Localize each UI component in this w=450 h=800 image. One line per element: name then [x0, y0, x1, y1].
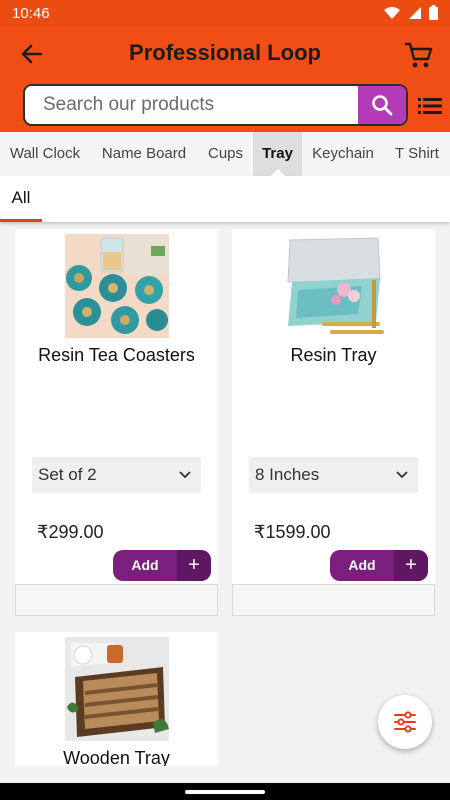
product-name: Resin Tray: [290, 345, 377, 365]
app-bar: Professional Loop: [0, 26, 450, 82]
variant-value: Set of 2: [38, 465, 97, 484]
product-card[interactable]: Resin Tea Coasters Set of 2 ₹299.00 Add …: [15, 229, 218, 584]
tab-keychain[interactable]: Keychain: [302, 132, 384, 176]
status-bar: 10:46: [0, 0, 450, 26]
search-box: [23, 84, 408, 126]
product-name: Wooden Tray: [63, 748, 170, 766]
product-image-coasters[interactable]: [64, 234, 169, 338]
filter-button[interactable]: [378, 695, 432, 749]
tab-cups[interactable]: Cups: [198, 132, 253, 176]
add-label: Add: [131, 557, 159, 573]
tab-t-shirt[interactable]: T Shirt: [384, 132, 450, 176]
search-button[interactable]: [358, 86, 406, 124]
chevron-down-icon: [396, 471, 408, 479]
status-icons: [383, 5, 438, 20]
shopping-cart-icon[interactable]: [404, 40, 434, 70]
tab-name-board[interactable]: Name Board: [90, 132, 198, 176]
category-tabs: Wall Clock Name Board Cups Tray Keychain…: [0, 132, 450, 176]
wifi-icon: [384, 6, 400, 19]
product-price: ₹299.00: [37, 522, 104, 542]
search-row: [0, 82, 450, 132]
battery-icon: [429, 5, 438, 20]
product-card[interactable]: Resin Tray 8 Inches ₹1599.00 Add +: [232, 229, 435, 584]
product-price: ₹1599.00: [254, 522, 331, 542]
tab-wall-clock[interactable]: Wall Clock: [0, 132, 90, 176]
product-image-resin-tray[interactable]: [281, 234, 386, 338]
variant-select[interactable]: 8 Inches: [249, 457, 418, 493]
variant-value: 8 Inches: [255, 465, 320, 484]
add-to-cart-button[interactable]: Add +: [330, 550, 428, 581]
status-time: 10:46: [12, 5, 50, 22]
plus-icon: +: [394, 550, 428, 581]
add-label: Add: [348, 557, 376, 573]
system-nav-bar: [0, 783, 450, 800]
plus-icon: +: [177, 550, 211, 581]
search-input[interactable]: [25, 86, 359, 124]
sub-tabs: All: [0, 176, 450, 222]
signal-icon: [409, 6, 421, 19]
list-icon[interactable]: [418, 96, 442, 116]
variant-select[interactable]: Set of 2: [32, 457, 201, 493]
product-card-footer: [15, 584, 218, 616]
search-icon: [372, 95, 393, 116]
page-title: Professional Loop: [129, 40, 321, 65]
home-handle[interactable]: [185, 790, 265, 794]
add-to-cart-button[interactable]: Add +: [113, 550, 211, 581]
chevron-down-icon: [179, 471, 191, 479]
product-name: Resin Tea Coasters: [38, 345, 195, 365]
product-card-footer: [232, 584, 435, 616]
tab-tray[interactable]: Tray: [253, 132, 302, 176]
filter-sliders-icon: [394, 711, 416, 733]
subtab-all[interactable]: All: [0, 176, 42, 222]
product-card[interactable]: Wooden Tray: [15, 632, 218, 766]
product-image-wooden-tray[interactable]: [64, 637, 169, 741]
